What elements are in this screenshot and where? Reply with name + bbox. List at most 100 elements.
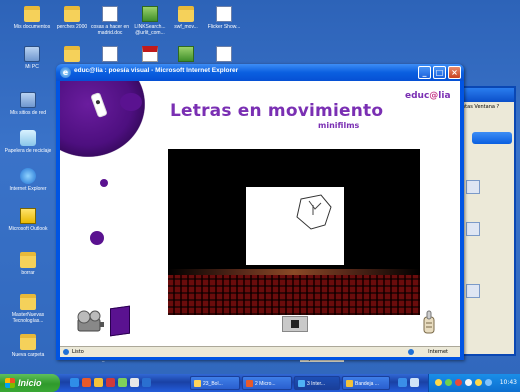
minimize-button[interactable]: _: [418, 66, 431, 79]
system-tray: 10:43: [428, 374, 520, 392]
language-bar-icon[interactable]: [398, 378, 407, 387]
desktop-icon-label: Microsoft Outlook: [8, 226, 48, 232]
folder-icon: [194, 380, 201, 387]
windows-logo-icon: [5, 378, 15, 388]
desktop-icon-internet-explorer[interactable]: Internet Explorer: [2, 168, 54, 192]
film-projector-icon[interactable]: [74, 309, 104, 333]
desktop-icon-label: perches 2000: [56, 24, 88, 30]
page-done-icon: [63, 349, 69, 355]
outlook-icon: [20, 208, 36, 224]
start-button[interactable]: Inicio: [0, 374, 60, 392]
folder-icon: [64, 46, 80, 62]
quicklaunch-desktop-icon[interactable]: [142, 378, 151, 387]
desktop-icon-nueva-carpeta[interactable]: Nueva carpeta: [2, 334, 54, 358]
volume-icon[interactable]: [485, 379, 492, 386]
pdf-file-icon: [142, 46, 158, 62]
taskbar-button-label: Bandeja ...: [355, 381, 379, 387]
help-icon[interactable]: [410, 378, 419, 387]
folder-icon: [20, 294, 36, 310]
menu-item[interactable]: ?: [497, 104, 500, 110]
desktop-icon-label: Flicker Show...: [207, 24, 241, 30]
desktop-icon-label: MasterNuevas Tecnologías...: [11, 312, 45, 324]
purple-book-icon[interactable]: [110, 305, 130, 337]
internet-explorer-icon: e: [60, 67, 71, 78]
network-places-icon: [20, 92, 36, 108]
page-heading: Letras en movimiento: [170, 101, 384, 121]
desktop-icon-label: Papelera de reciclaje: [4, 148, 52, 154]
desktop-icon-borrar[interactable]: borrar: [2, 252, 54, 276]
background-window-panel: [466, 222, 480, 236]
tray-icon[interactable]: [435, 379, 442, 386]
security-zone-label: Internet: [428, 349, 448, 355]
folder-icon: [178, 6, 194, 22]
quicklaunch-app-icon[interactable]: [106, 378, 115, 387]
taskbar-button-active[interactable]: 3 Inter...: [294, 376, 340, 390]
desktop-icon-papelera[interactable]: Papelera de reciclaje: [2, 130, 54, 154]
animated-letter-drawing: [296, 194, 332, 230]
ie-titlebar[interactable]: e educ@lia : poesía visual - Microsoft I…: [56, 64, 464, 81]
document-icon: [216, 6, 232, 22]
ie-status-bar: Listo Internet: [60, 346, 460, 357]
folder-icon: [20, 252, 36, 268]
quicklaunch-ie-icon[interactable]: [70, 378, 79, 387]
folder-icon: [64, 6, 80, 22]
folder-icon: [24, 6, 40, 22]
taskbar-button-label: 2 Micro...: [255, 381, 276, 387]
close-button[interactable]: ×: [448, 66, 461, 79]
tray-icon[interactable]: [475, 379, 482, 386]
page-subheading: minifilms: [318, 121, 360, 130]
taskbar-button[interactable]: Bandeja ...: [342, 376, 390, 390]
desktop-icon-label: Mis documentos: [13, 24, 51, 30]
desktop-icon-masternuevas[interactable]: MasterNuevas Tecnologías...: [2, 294, 54, 324]
outlook-icon: [346, 380, 353, 387]
internet-explorer-icon: [298, 380, 305, 387]
educalia-logo[interactable]: educ@lia: [405, 91, 451, 101]
desktop-icon-flicker-show[interactable]: Flicker Show...: [198, 6, 250, 30]
cinema-scene: [168, 149, 420, 315]
desktop-icon-label: Nueva carpeta: [11, 352, 45, 358]
desktop-icon-label: Internet Explorer: [9, 186, 47, 192]
ink-dot: [90, 231, 104, 245]
play-button[interactable]: [282, 316, 308, 332]
brand-text: lia: [438, 91, 451, 101]
background-window-inner-titlebar[interactable]: [472, 132, 512, 144]
desktop-icon-label: Mi PC: [25, 64, 39, 70]
maximize-button[interactable]: □: [433, 66, 446, 79]
desktop-icon-label: borrar: [21, 270, 35, 276]
taskbar: Inicio 23_Bol... 2 Micro... 3 Inter... B…: [0, 374, 520, 392]
quicklaunch-app-icon[interactable]: [82, 378, 91, 387]
desktop-icon-outlook[interactable]: Microsoft Outlook: [2, 208, 54, 232]
document-icon: [102, 6, 118, 22]
internet-explorer-icon: [20, 168, 36, 184]
status-text: Listo: [72, 349, 84, 355]
background-window-panel: [466, 284, 480, 298]
desktop-icon-label: Mis sitios de red: [9, 110, 47, 116]
cinema-screen[interactable]: [246, 187, 344, 265]
folder-icon: [20, 334, 36, 350]
menu-item[interactable]: Ventana: [474, 104, 495, 110]
desktop-icon-mis-sitios-de-red[interactable]: Mis sitios de red: [2, 92, 54, 116]
taskbar-button[interactable]: 2 Micro...: [242, 376, 292, 390]
computer-icon: [24, 46, 40, 62]
taskbar-button-label: 23_Bol...: [203, 381, 223, 387]
document-icon: [102, 46, 118, 62]
flash-content-area[interactable]: educ@lia Letras en movimiento minifilms: [60, 81, 460, 346]
desktop-icon-doc-3[interactable]: [198, 46, 250, 64]
office-icon: [246, 380, 253, 387]
start-label: Inicio: [18, 378, 42, 388]
tray-icon[interactable]: [465, 379, 472, 386]
quicklaunch-app-icon[interactable]: [130, 378, 139, 387]
ie-window[interactable]: e educ@lia : poesía visual - Microsoft I…: [56, 64, 464, 360]
ink-dot: [100, 179, 108, 187]
document-icon: [216, 46, 232, 62]
brand-at: @: [429, 91, 439, 101]
clock[interactable]: 10:43: [500, 374, 517, 392]
quicklaunch-app-icon[interactable]: [118, 378, 127, 387]
window-title: educ@lia : poesía visual - Microsoft Int…: [74, 67, 239, 74]
tray-icon[interactable]: [445, 379, 452, 386]
taskbar-button[interactable]: 23_Bol...: [190, 376, 240, 390]
quicklaunch-outlook-icon[interactable]: [94, 378, 103, 387]
brand-text: educ: [405, 91, 430, 101]
tray-icon[interactable]: [455, 379, 462, 386]
microphone-recorder-icon[interactable]: [420, 309, 438, 335]
